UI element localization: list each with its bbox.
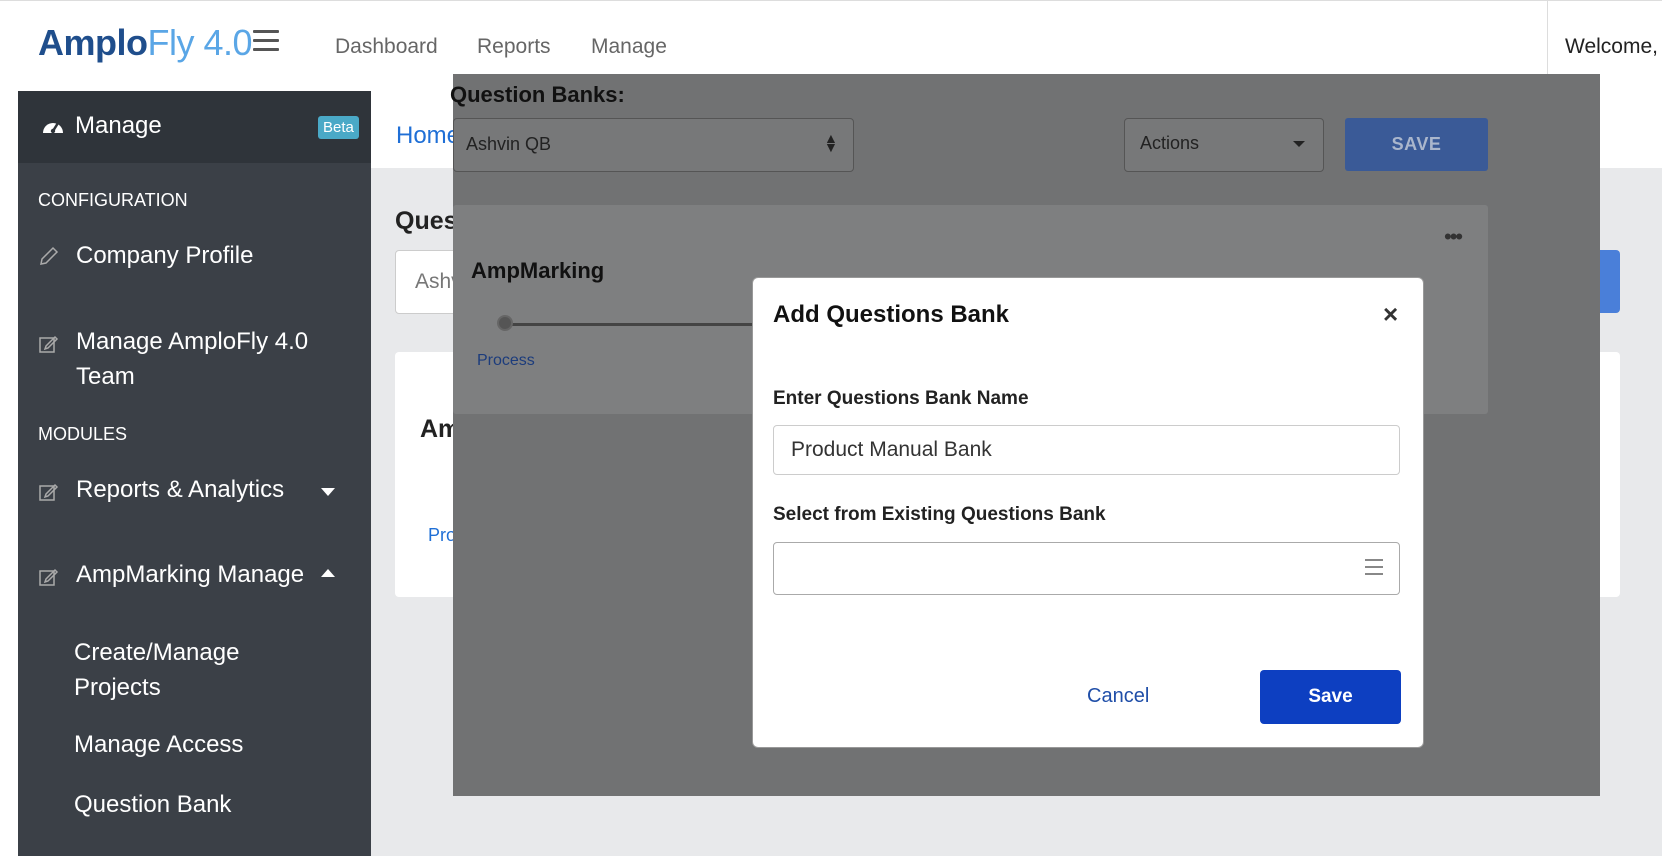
nav-dashboard[interactable]: Dashboard: [335, 35, 438, 59]
sidebar-subitem-question-bank[interactable]: Question Bank: [74, 787, 231, 822]
stage-label-process[interactable]: Process: [477, 352, 535, 370]
existing-bank-select[interactable]: [773, 542, 1400, 595]
pencil-icon: [40, 246, 59, 265]
logo-bold-text: Amplo: [38, 22, 148, 63]
save-button[interactable]: Save: [1260, 670, 1401, 724]
background-card-link[interactable]: Pro: [428, 525, 456, 546]
section-modules: MODULES: [38, 424, 128, 444]
ampmarking-panel-title: AmpMarking: [471, 258, 605, 283]
beta-badge: Beta: [318, 116, 359, 139]
close-icon[interactable]: ×: [1383, 301, 1398, 327]
modal-title: Add Questions Bank: [773, 301, 1010, 328]
stage-marker[interactable]: [497, 315, 513, 331]
nav-reports[interactable]: Reports: [477, 35, 551, 59]
edit-icon: [39, 483, 59, 501]
sidebar-item-reports-analytics[interactable]: Reports & Analytics: [76, 472, 284, 507]
nav-manage[interactable]: Manage: [591, 35, 667, 59]
welcome-text[interactable]: Welcome,: [1565, 35, 1658, 59]
manage-team-line2: Team: [76, 363, 135, 390]
sidebar-item-ampmarking-manage[interactable]: AmpMarking Manage: [76, 557, 304, 592]
question-bank-select-value: Ashvin QB: [466, 134, 552, 154]
sidebar-subitem-create-projects[interactable]: Create/Manage Projects: [74, 635, 239, 705]
sidebar-title: Manage: [75, 112, 162, 139]
create-projects-line2: Projects: [74, 674, 161, 701]
list-icon[interactable]: [1365, 559, 1383, 575]
breadcrumb-home[interactable]: Home: [396, 122, 460, 150]
sidebar-item-company-profile[interactable]: Company Profile: [76, 238, 253, 273]
select-arrows-icon: ▲ ▼: [824, 130, 838, 155]
actions-dropdown-label: Actions: [1140, 133, 1200, 153]
chevron-up-icon[interactable]: [321, 569, 335, 577]
save-button-top[interactable]: SAVE: [1345, 118, 1488, 171]
question-banks-label: Question Banks:: [450, 82, 625, 107]
caret-down-icon: [1293, 141, 1305, 147]
bank-name-label: Enter Questions Bank Name: [773, 388, 1029, 409]
create-projects-line1: Create/Manage: [74, 639, 240, 666]
page-title: Ques: [395, 207, 458, 235]
chevron-down-icon[interactable]: [321, 488, 335, 496]
sidebar-item-manage-team[interactable]: Manage AmploFly 4.0 Team: [76, 324, 308, 394]
bank-name-input[interactable]: [773, 425, 1400, 475]
progress-track: [504, 323, 764, 326]
dashboard-gauge-icon: [43, 122, 63, 134]
section-configuration: CONFIGURATION: [38, 190, 188, 210]
existing-bank-label: Select from Existing Questions Bank: [773, 504, 1106, 525]
app-logo[interactable]: AmploFly 4.0: [38, 22, 253, 64]
hamburger-menu-icon[interactable]: [253, 30, 279, 54]
edit-icon: [39, 568, 59, 586]
logo-light-text: Fly 4.0: [147, 22, 253, 63]
cancel-button[interactable]: Cancel: [1087, 685, 1149, 708]
manage-team-line1: Manage AmploFly 4.0: [76, 328, 309, 355]
edit-icon: [39, 335, 59, 353]
more-options-icon[interactable]: •••: [1444, 226, 1463, 248]
sidebar-subitem-manage-access[interactable]: Manage Access: [74, 727, 243, 762]
